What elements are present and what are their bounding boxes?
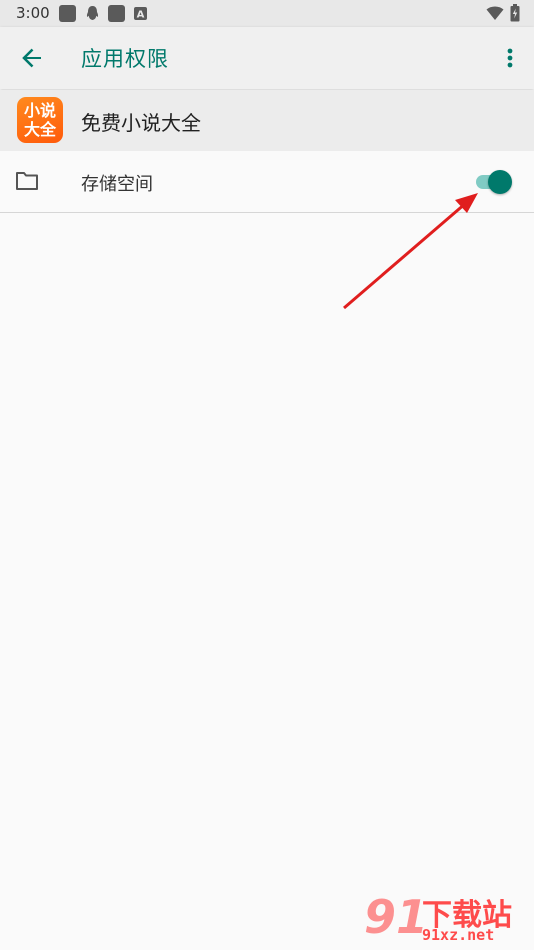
battery-charging-icon [510,4,520,26]
folder-icon [15,170,39,192]
app-bar: 应用权限 [0,27,534,89]
page-title: 应用权限 [81,47,169,71]
storage-permission-toggle[interactable] [474,169,514,195]
watermark: 91 下载站 91xz.net [364,890,530,948]
app-icon: 小说 大全 [17,97,63,143]
svg-text:A: A [137,10,145,21]
qq-penguin-icon [84,5,101,22]
permission-row-storage[interactable]: 存储空间 [0,151,534,213]
status-right [486,4,520,26]
status-bar: 3:00 A [0,0,534,27]
wifi-icon [486,5,504,25]
more-vert-icon [507,48,513,68]
app-name: 免费小说大全 [81,111,201,135]
overflow-menu-button[interactable] [500,44,520,72]
app-header-row: 小说 大全 免费小说大全 [0,90,534,151]
a-letter-icon: A [133,5,150,22]
watermark-url: 91xz.net [422,926,495,944]
back-button[interactable] [18,44,46,72]
notification-square-icon [59,5,76,22]
permission-label: 存储空间 [81,174,153,195]
status-time: 3:00 [16,4,50,22]
arrow-back-icon [22,48,41,68]
notification-square-icon [108,5,125,22]
toggle-thumb [488,170,512,194]
watermark-logo-icon: 91 [364,890,429,944]
app-icon-line1: 小说 [23,101,56,120]
app-icon-line2: 大全 [23,120,56,139]
